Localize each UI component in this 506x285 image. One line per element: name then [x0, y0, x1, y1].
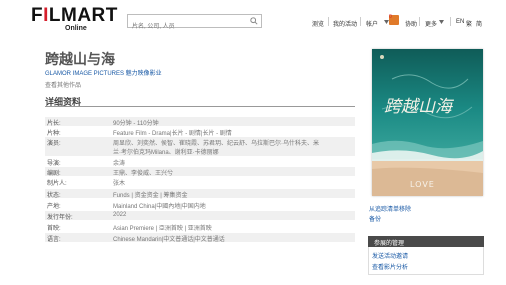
- detail-row: 语言: Chinese Mandarin|中文普通话|中文普通话: [45, 233, 355, 243]
- search-box[interactable]: [127, 14, 262, 33]
- poster-tag: LOVE: [410, 180, 435, 189]
- nav-browse[interactable]: 测览: [312, 19, 324, 28]
- lang-traditional[interactable]: 繁: [466, 19, 472, 28]
- lang-en[interactable]: EN: [456, 19, 464, 25]
- nav-divider: [360, 17, 361, 26]
- detail-value: Asian Premiere | 亞洲首映 | 亚洲首映: [113, 226, 212, 232]
- detail-value: 90分钟 - 110分钟: [113, 121, 159, 127]
- nav-divider: [450, 17, 451, 26]
- detail-row: 编剧: 王鼎、李俊威、王兴兮: [45, 167, 355, 177]
- panel-header: 参展的管理: [368, 236, 484, 247]
- company-link[interactable]: GLAMOR IMAGE PICTURES 魅力映像影业: [45, 68, 162, 77]
- detail-key: 编剧:: [47, 171, 61, 177]
- detail-value: 周显欣、刘奕然、侯智、崔晓霞、苏君玥、纪云舒、乌拉斯巴尔·乌什科夫、米: [113, 141, 319, 147]
- detail-row: 导演: 余涛: [45, 157, 355, 167]
- detail-value: Funds | 资金资金 | 筹集资金: [113, 193, 188, 199]
- logo-subtitle: Online: [65, 25, 87, 32]
- detail-key: 首映:: [47, 226, 61, 232]
- nav-divider: [419, 17, 420, 26]
- company-sub-link[interactable]: 查看其他作品: [45, 80, 81, 89]
- nav-my-events[interactable]: 我的活动: [333, 19, 357, 28]
- detail-value: 余涛: [113, 161, 126, 167]
- detail-key: 发行年份:: [47, 215, 73, 221]
- detail-key: 片种:: [47, 131, 61, 137]
- detail-key: 片长:: [47, 121, 61, 127]
- chevron-down-icon[interactable]: [439, 20, 444, 24]
- nav-account[interactable]: 帐户: [366, 19, 378, 28]
- detail-value: 2022: [113, 212, 127, 218]
- detail-value: Feature Film - Drama|长片 - 剧情|长片 - 剧情: [113, 131, 232, 137]
- detail-key: 导演:: [47, 161, 61, 167]
- detail-row: 片种: Feature Film - Drama|长片 - 剧情|长片 - 剧情: [45, 127, 355, 137]
- film-title: 跨越山与海: [45, 51, 115, 67]
- section-divider: [45, 106, 355, 107]
- detail-row: 制片人: 张木: [45, 177, 355, 187]
- detail-value: 张木: [113, 181, 126, 187]
- panel-title: 参展的管理: [374, 241, 405, 247]
- detail-key: 演员:: [47, 141, 61, 147]
- detail-row: 发行年份: 2022: [45, 211, 355, 221]
- detail-key: 状态:: [47, 193, 61, 199]
- remove-from-watchlist-link[interactable]: 从追踪清单移除: [369, 204, 411, 213]
- detail-row: 状态: Funds | 资金资金 | 筹集资金: [45, 189, 355, 199]
- detail-value: Chinese Mandarin|中文普通话|中文普通话: [113, 237, 225, 243]
- send-invitation-link[interactable]: 发送活动邀请: [372, 251, 408, 260]
- lang-simplified[interactable]: 简: [476, 19, 482, 28]
- logo-prefix: F: [31, 5, 44, 26]
- detail-key: 制片人:: [47, 181, 67, 187]
- detail-value: 王鼎、李俊威、王兴兮: [113, 171, 174, 177]
- detail-key: 产地:: [47, 204, 61, 210]
- detail-key: 语言:: [47, 237, 61, 243]
- search-icon[interactable]: [250, 17, 258, 25]
- logo-rest: LMART: [48, 5, 118, 26]
- backup-link[interactable]: 备份: [369, 214, 381, 223]
- detail-row: 片长: 90分钟 - 110分钟: [45, 117, 355, 127]
- nav-more[interactable]: 更多: [425, 19, 437, 28]
- search-input[interactable]: [128, 21, 242, 33]
- detail-value: Mainland China|中國內地|中国内地: [113, 204, 206, 210]
- detail-row: 演员: 周显欣、刘奕然、侯智、崔晓霞、苏君玥、纪云舒、乌拉斯巴尔·乌什科夫、米 …: [45, 137, 355, 156]
- view-analytics-link[interactable]: 查看影片分析: [372, 262, 408, 271]
- poster-title: 跨越山海: [384, 97, 455, 117]
- nav-divider: [328, 17, 329, 26]
- nav-help[interactable]: 协助: [405, 19, 417, 28]
- notification-count: 0: [389, 14, 392, 20]
- film-poster[interactable]: 跨越山海 LOVE: [372, 49, 483, 196]
- poster-image: 跨越山海 LOVE: [372, 49, 483, 196]
- detail-row: 产地: Mainland China|中國內地|中国内地: [45, 200, 355, 210]
- top-bar: FILMART Online 测览 我的活动 帐户 0 协助 更多 EN 繁 简: [0, 0, 506, 34]
- detail-value-cont: 兰·考尔伯克玛Milana、谢利亚·卡德丽娜: [113, 150, 219, 156]
- filmart-logo[interactable]: FILMART: [31, 6, 118, 25]
- detail-row: 首映: Asian Premiere | 亞洲首映 | 亚洲首映: [45, 222, 355, 232]
